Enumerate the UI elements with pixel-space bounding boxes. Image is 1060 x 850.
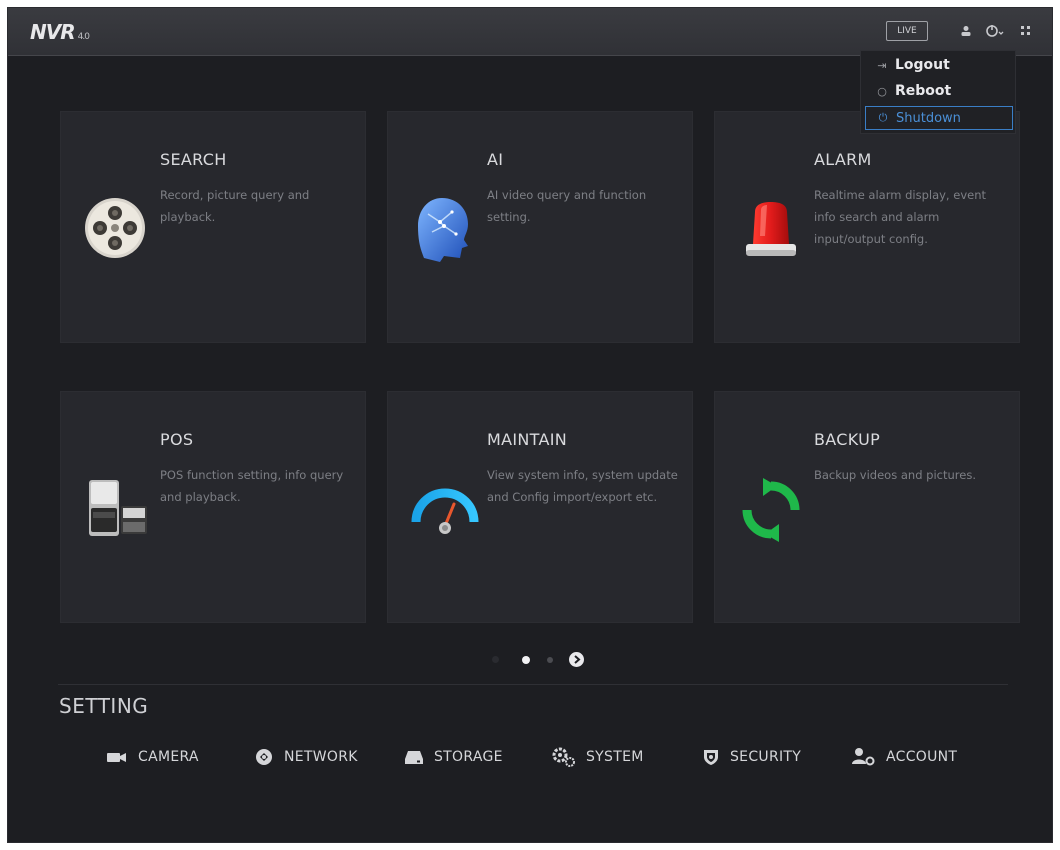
system-icon [552, 747, 575, 767]
tile-maintain-desc: View system info, system update and Conf… [487, 468, 678, 504]
alarm-light-icon [743, 200, 799, 264]
page-prev-icon[interactable] [492, 656, 499, 663]
shutdown-menu-item[interactable]: ⏻ Shutdown [865, 106, 1013, 130]
ai-head-icon [414, 196, 472, 266]
tile-pos[interactable]: POS POS function setting, info query and… [60, 391, 366, 623]
page-next-icon[interactable] [569, 652, 584, 667]
film-reel-icon [83, 196, 147, 264]
tile-backup-title: BACKUP [814, 430, 881, 449]
tile-ai-title: AI [487, 150, 504, 169]
page-dot[interactable] [547, 657, 553, 663]
gauge-icon [410, 482, 480, 548]
shutdown-label: Shutdown [896, 110, 961, 126]
tile-pos-title: POS [160, 430, 194, 449]
setting-system-label: SYSTEM [586, 749, 644, 765]
setting-network-label: NETWORK [284, 749, 358, 765]
tile-alarm-title: ALARM [814, 150, 872, 169]
tile-search-desc: Record, picture query and playback. [160, 188, 310, 224]
tile-search-title: SEARCH [160, 150, 227, 169]
tile-ai-desc: AI video query and function setting. [487, 188, 647, 224]
shutdown-icon: ⏻ [878, 111, 888, 124]
tile-pos-desc: POS function setting, info query and pla… [160, 468, 344, 504]
setting-system[interactable]: SYSTEM [552, 746, 644, 768]
page-dot-active[interactable] [522, 656, 530, 664]
security-icon [704, 750, 718, 765]
reboot-icon: ○ [877, 84, 887, 98]
power-dropdown-menu: ⇥ Logout ○ Reboot ⏻ Shutdown [860, 50, 1016, 134]
tile-maintain-title: MAINTAIN [487, 430, 568, 449]
tile-alarm[interactable]: ALARM Realtime alarm display, event info… [714, 111, 1020, 343]
tile-ai[interactable]: AI AI video query and function setting. [387, 111, 693, 343]
camera-icon [107, 753, 126, 762]
power-menu-icon[interactable] [984, 23, 1006, 39]
section-divider [58, 684, 1008, 685]
top-bar: NVR 4.0 LIVE [8, 8, 1052, 56]
app-logo: NVR 4.0 [30, 20, 90, 44]
tile-search[interactable]: SEARCH Record, picture query and playbac… [60, 111, 366, 343]
logout-menu-item[interactable]: ⇥ Logout [865, 53, 1013, 77]
refresh-icon [741, 478, 801, 546]
pos-terminal-icon [85, 476, 149, 544]
setting-camera[interactable]: CAMERA [106, 746, 199, 768]
nvr-main-menu: NVR 4.0 LIVE ⇥ Logout ○ Reboot ⏻ Shutdown [7, 7, 1053, 843]
grid-menu-icon[interactable] [1018, 23, 1034, 39]
reboot-menu-item[interactable]: ○ Reboot [865, 79, 1013, 103]
live-button[interactable]: LIVE [886, 21, 928, 41]
setting-storage-label: STORAGE [434, 749, 503, 765]
page-indicator [8, 648, 1052, 672]
setting-camera-label: CAMERA [138, 749, 199, 765]
tile-backup-desc: Backup videos and pictures. [814, 468, 976, 482]
setting-title: SETTING [59, 694, 149, 718]
tile-backup[interactable]: BACKUP Backup videos and pictures. [714, 391, 1020, 623]
setting-storage[interactable]: STORAGE [404, 746, 503, 768]
logout-icon: ⇥ [877, 58, 887, 72]
reboot-label: Reboot [895, 83, 952, 99]
storage-icon [405, 751, 423, 764]
tile-maintain[interactable]: MAINTAIN View system info, system update… [387, 391, 693, 623]
logout-label: Logout [895, 57, 950, 73]
network-icon [256, 749, 272, 765]
setting-account-label: ACCOUNT [886, 749, 958, 765]
setting-network[interactable]: NETWORK [254, 746, 358, 768]
setting-account[interactable]: ACCOUNT [852, 746, 957, 768]
tile-alarm-desc: Realtime alarm display, event info searc… [814, 188, 987, 246]
account-icon [852, 748, 875, 766]
user-icon[interactable] [958, 23, 974, 39]
setting-security-label: SECURITY [730, 749, 802, 765]
setting-security[interactable]: SECURITY [702, 746, 801, 768]
